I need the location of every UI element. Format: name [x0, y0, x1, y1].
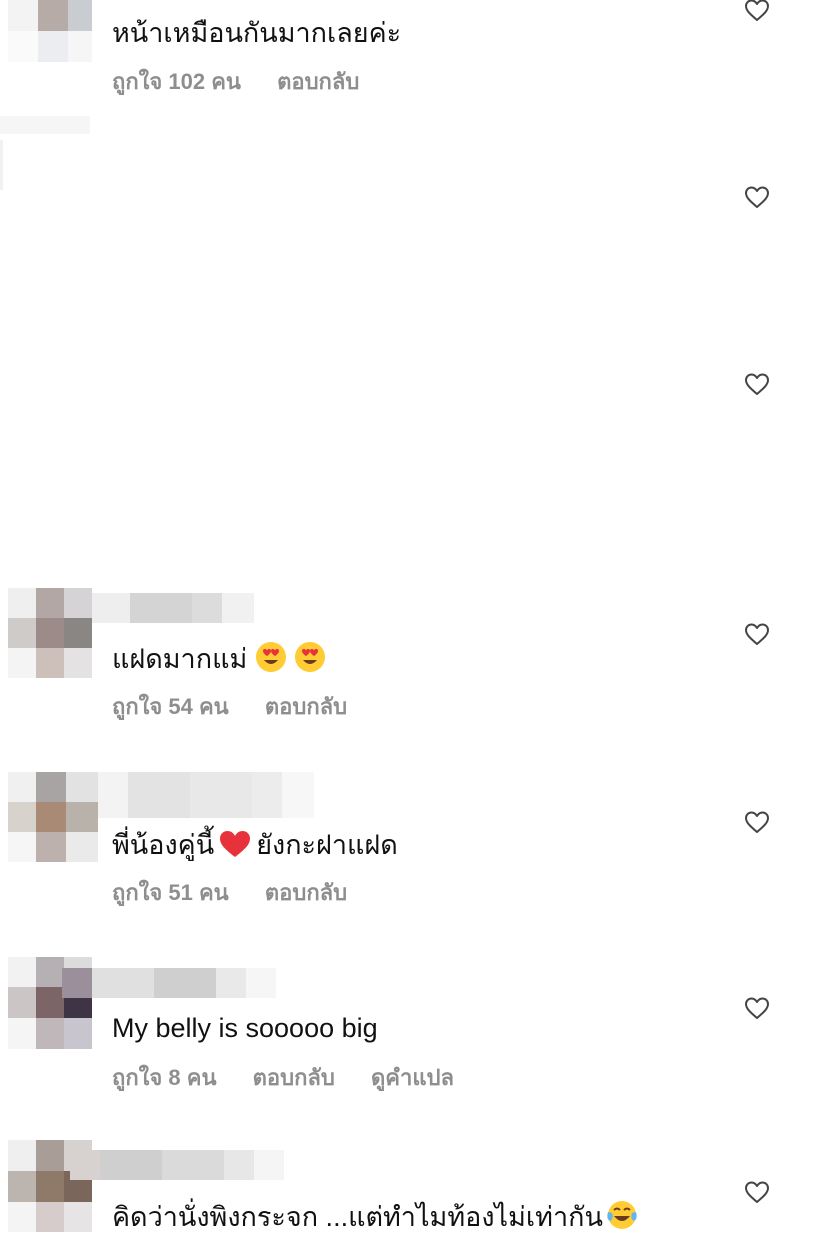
reply-button[interactable]: ตอบกลับ	[277, 69, 359, 94]
comment-text: My belly is sooooo big	[112, 1013, 378, 1043]
red-heart-emoji-icon	[220, 831, 251, 857]
comment-meta: ถูกใจ 54 คน ตอบกลับ	[112, 693, 377, 721]
avatar[interactable]	[8, 0, 92, 62]
comment-meta: ถูกใจ 8 คน ตอบกลับ ดูคำแปล	[112, 1064, 484, 1092]
comment-meta: ถูกใจ 102 คน ตอบกลับ	[112, 68, 389, 96]
reply-button[interactable]: ตอบกลับ	[265, 694, 347, 719]
comment-body-continued: ยังกะฝาแฝด	[256, 830, 398, 860]
username-redacted[interactable]	[62, 968, 276, 998]
comment-body: พี่น้องคู่นี้	[112, 830, 215, 860]
tears-of-joy-emoji-icon	[607, 1201, 637, 1229]
divider	[0, 140, 3, 190]
comment-text: คิดว่านั่งพิงกระจก ...แต่ทำไมท้องไม่เท่า…	[112, 1199, 639, 1234]
heart-outline-icon[interactable]	[744, 0, 770, 22]
username-redacted[interactable]	[70, 1150, 284, 1180]
comment-meta: ถูกใจ 51 คน ตอบกลับ	[112, 879, 377, 907]
comment-body: คิดว่านั่งพิงกระจก ...แต่ทำไมท้องไม่เท่า…	[112, 1202, 603, 1232]
heart-outline-icon[interactable]	[744, 810, 770, 834]
comment-text: แฝดมากแม่	[112, 641, 326, 676]
heart-outline-icon[interactable]	[744, 1180, 770, 1204]
translate-button[interactable]: ดูคำแปล	[371, 1065, 454, 1090]
avatar-placeholder	[0, 116, 90, 134]
reply-button[interactable]: ตอบกลับ	[265, 880, 347, 905]
likes-count[interactable]: ถูกใจ 54 คน	[112, 694, 229, 719]
likes-count[interactable]: ถูกใจ 102 คน	[112, 69, 241, 94]
avatar[interactable]	[8, 772, 98, 862]
reply-button[interactable]: ตอบกลับ	[253, 1065, 335, 1090]
likes-count[interactable]: ถูกใจ 51 คน	[112, 880, 229, 905]
likes-count[interactable]: ถูกใจ 8 คน	[112, 1065, 217, 1090]
username-redacted[interactable]	[98, 772, 314, 818]
heart-outline-icon[interactable]	[744, 996, 770, 1020]
avatar[interactable]	[8, 588, 92, 678]
comment-body: แฝดมากแม่	[112, 644, 248, 674]
comment-text: พี่น้องคู่นี้ ยังกะฝาแฝด	[112, 828, 398, 862]
heart-eyes-emoji-icon	[295, 642, 326, 672]
heart-eyes-emoji-icon	[255, 642, 286, 672]
heart-outline-icon[interactable]	[744, 622, 770, 646]
comment-text: หน้าเหมือนกันมากเลยค่ะ	[112, 18, 402, 48]
username-redacted[interactable]	[92, 593, 254, 623]
heart-outline-icon[interactable]	[744, 185, 770, 209]
heart-outline-icon[interactable]	[744, 372, 770, 396]
